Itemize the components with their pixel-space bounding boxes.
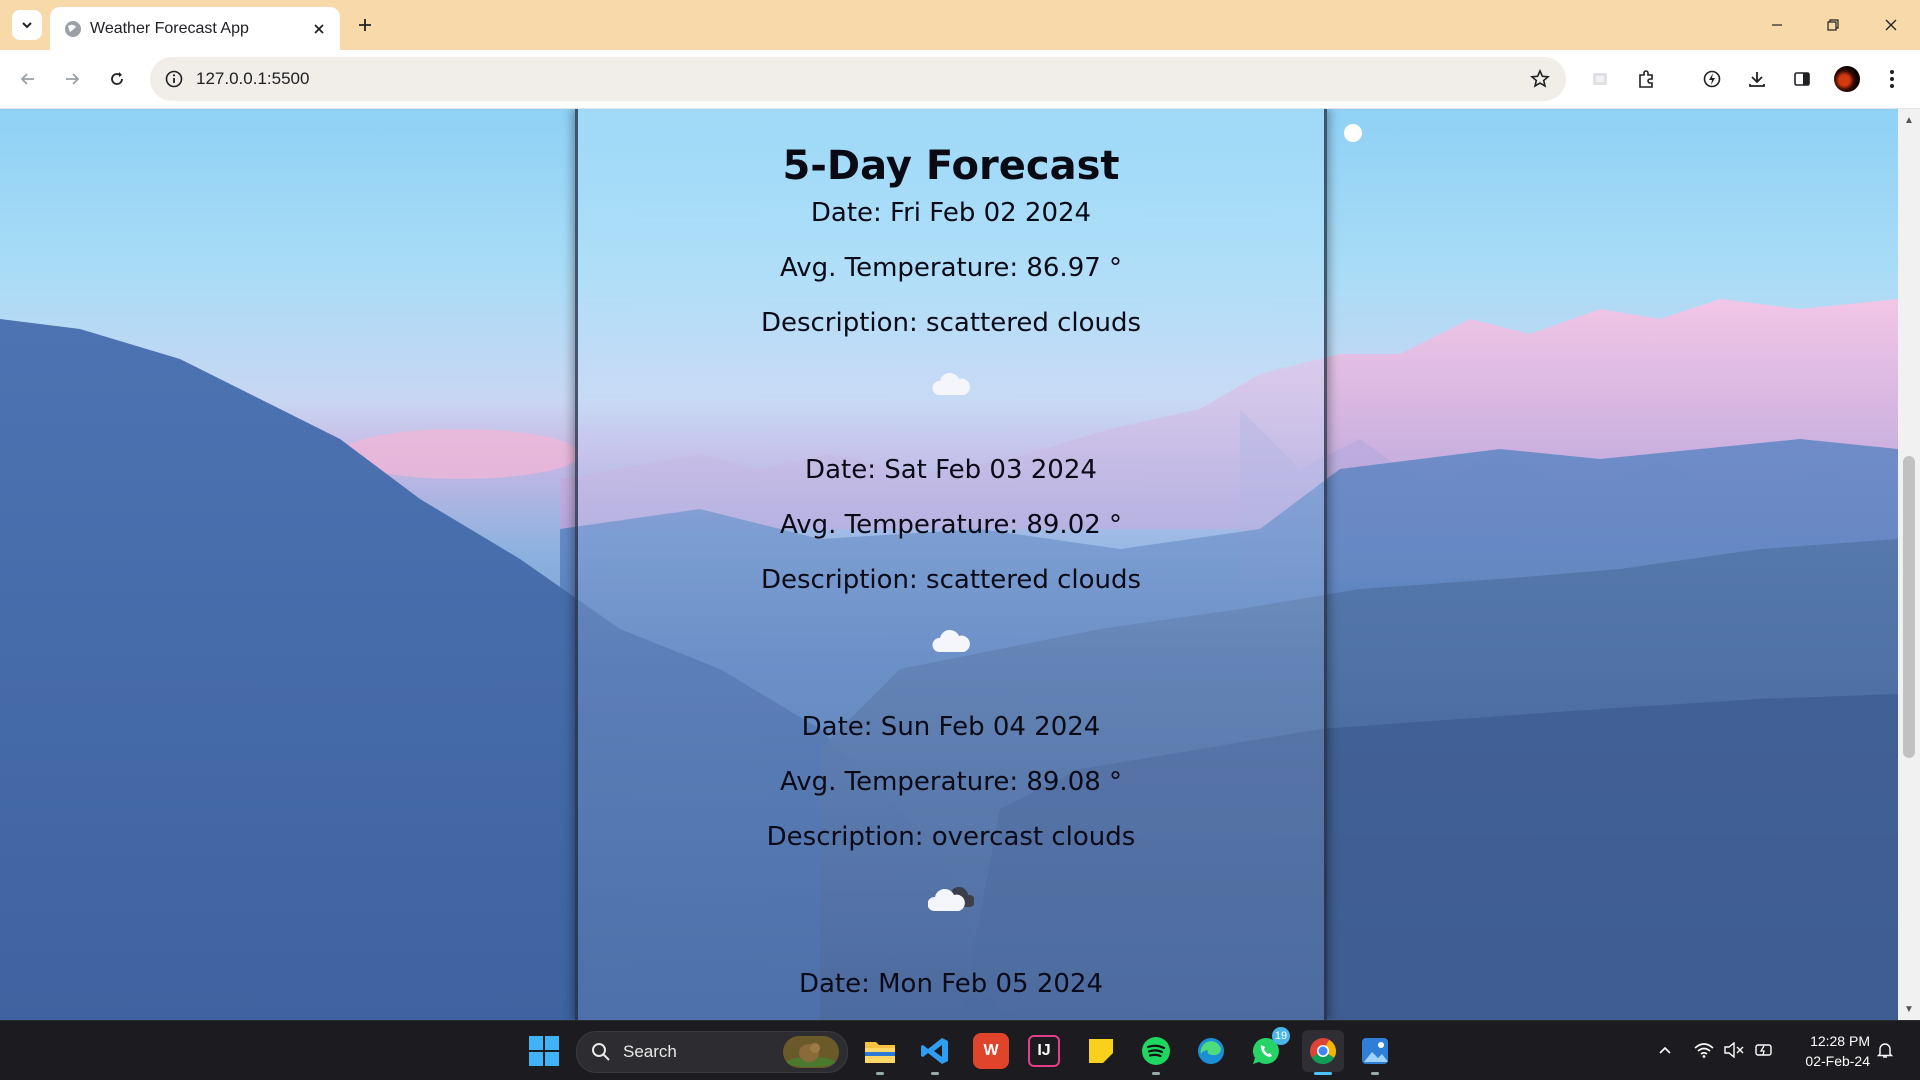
kebab-menu-icon bbox=[1890, 70, 1894, 88]
restore-icon bbox=[1827, 19, 1839, 31]
wps-office-icon[interactable]: W bbox=[973, 1033, 1009, 1069]
back-button[interactable] bbox=[12, 63, 44, 95]
bookmark-star-icon[interactable] bbox=[1526, 65, 1554, 93]
reload-button[interactable] bbox=[101, 63, 133, 95]
performance-icon[interactable] bbox=[1696, 63, 1728, 95]
menu-button[interactable] bbox=[1876, 63, 1908, 95]
running-indicator bbox=[876, 1072, 884, 1075]
volume-muted-icon[interactable] bbox=[1723, 1039, 1745, 1061]
plus-icon bbox=[359, 19, 371, 31]
extensions-puzzle-icon[interactable] bbox=[1630, 63, 1662, 95]
forecast-temperature: Avg. Temperature: 89.02 ° bbox=[779, 510, 1123, 540]
page-scrollbar[interactable]: ▲ ▼ bbox=[1898, 109, 1920, 1020]
download-icon[interactable] bbox=[1741, 63, 1773, 95]
show-hidden-icons-chevron-icon[interactable] bbox=[1654, 1039, 1676, 1061]
minimize-button[interactable] bbox=[1762, 10, 1792, 40]
forecast-date: Date: Sat Feb 03 2024 bbox=[805, 455, 1097, 485]
arrow-right-icon bbox=[66, 73, 80, 85]
tab-bar: Weather Forecast App bbox=[0, 0, 1920, 50]
sticky-notes-icon[interactable] bbox=[1083, 1033, 1119, 1069]
profile-avatar[interactable] bbox=[1834, 66, 1860, 92]
search-label: Search bbox=[623, 1042, 677, 1061]
vscode-icon[interactable] bbox=[917, 1033, 953, 1075]
close-icon bbox=[1885, 19, 1897, 31]
forecast-description: Description: overcast clouds bbox=[766, 822, 1136, 852]
close-window-button[interactable] bbox=[1876, 10, 1906, 40]
site-info-icon[interactable] bbox=[160, 65, 188, 93]
side-panel-icon[interactable] bbox=[1786, 63, 1818, 95]
tab-search-button[interactable] bbox=[12, 10, 42, 40]
search-highlight-image bbox=[783, 1036, 839, 1068]
forecast-description: Description: scattered clouds bbox=[760, 308, 1142, 338]
chrome-icon[interactable] bbox=[1302, 1030, 1344, 1075]
edge-icon[interactable] bbox=[1193, 1033, 1229, 1069]
arrow-left-icon bbox=[20, 73, 34, 85]
battery-charging-icon[interactable] bbox=[1753, 1039, 1775, 1061]
notification-bell-icon[interactable] bbox=[1874, 1039, 1896, 1061]
forecast-date: Date: Sun Feb 04 2024 bbox=[801, 712, 1101, 742]
running-indicator bbox=[1371, 1072, 1379, 1075]
forecast-day: Date: Sat Feb 03 2024 Avg. Temperature: … bbox=[578, 443, 1324, 673]
url-text[interactable]: 127.0.0.1:5500 bbox=[196, 69, 309, 89]
intellij-icon[interactable]: IJ bbox=[1028, 1035, 1060, 1067]
running-indicator bbox=[931, 1072, 939, 1075]
browser-tab[interactable]: Weather Forecast App bbox=[50, 7, 340, 50]
forecast-day: Date: Mon Feb 05 2024 bbox=[578, 957, 1324, 1012]
taskbar-search[interactable]: Search bbox=[576, 1031, 848, 1073]
moon-dot bbox=[1344, 124, 1362, 142]
overcast-cloud-icon bbox=[578, 865, 1324, 930]
active-indicator bbox=[1314, 1072, 1332, 1075]
cloud-icon bbox=[578, 351, 1324, 416]
page-viewport: 5-Day Forecast Date: Fri Feb 02 2024 Avg… bbox=[0, 109, 1898, 1020]
notification-badge: 19 bbox=[1272, 1027, 1290, 1045]
photos-icon[interactable] bbox=[1357, 1033, 1393, 1075]
clock-date: 02-Feb-24 bbox=[1805, 1053, 1870, 1069]
search-icon bbox=[592, 1043, 610, 1061]
reload-icon bbox=[111, 72, 123, 85]
page-title: 5-Day Forecast bbox=[782, 143, 1120, 189]
new-tab-button[interactable] bbox=[352, 12, 378, 38]
tab-title: Weather Forecast App bbox=[90, 20, 249, 37]
address-bar[interactable]: 127.0.0.1:5500 bbox=[150, 57, 1566, 101]
globe-icon bbox=[65, 21, 81, 37]
minimize-icon bbox=[1772, 24, 1782, 26]
whatsapp-icon[interactable]: 19 bbox=[1248, 1027, 1290, 1069]
scrollbar-thumb[interactable] bbox=[1903, 456, 1915, 758]
forecast-description: Description: scattered clouds bbox=[760, 565, 1142, 595]
forecast-date: Date: Mon Feb 05 2024 bbox=[798, 969, 1104, 999]
clock-time: 12:28 PM bbox=[1810, 1033, 1870, 1049]
system-clock[interactable]: 12:28 PM 02-Feb-24 bbox=[1790, 1031, 1870, 1071]
scroll-down-icon[interactable]: ▼ bbox=[1902, 1002, 1916, 1016]
spotify-icon[interactable] bbox=[1138, 1033, 1174, 1075]
chevron-down-icon bbox=[22, 22, 32, 29]
extension-icon[interactable] bbox=[1584, 63, 1616, 95]
forecast-date: Date: Fri Feb 02 2024 bbox=[810, 198, 1092, 228]
forecast-day: Date: Sun Feb 04 2024 Avg. Temperature: … bbox=[578, 700, 1324, 930]
scroll-up-icon[interactable]: ▲ bbox=[1902, 113, 1916, 127]
forward-button[interactable] bbox=[56, 63, 88, 95]
forecast-day: Date: Fri Feb 02 2024 Avg. Temperature: … bbox=[578, 186, 1324, 416]
browser-toolbar: 127.0.0.1:5500 bbox=[0, 50, 1920, 109]
windows-start-icon[interactable] bbox=[528, 1035, 560, 1067]
forecast-temperature: Avg. Temperature: 89.08 ° bbox=[779, 767, 1123, 797]
file-explorer-icon[interactable] bbox=[862, 1033, 898, 1075]
running-indicator bbox=[1152, 1072, 1160, 1075]
forecast-temperature: Avg. Temperature: 86.97 ° bbox=[779, 253, 1123, 283]
restore-button[interactable] bbox=[1818, 10, 1848, 40]
forecast-panel: 5-Day Forecast Date: Fri Feb 02 2024 Avg… bbox=[575, 109, 1327, 1020]
cloud-icon bbox=[578, 608, 1324, 673]
close-tab-icon[interactable] bbox=[308, 18, 330, 40]
wifi-icon[interactable] bbox=[1693, 1039, 1715, 1061]
taskbar: Search W IJ 19 12:28 PM 02-Feb-24 bbox=[0, 1020, 1920, 1080]
